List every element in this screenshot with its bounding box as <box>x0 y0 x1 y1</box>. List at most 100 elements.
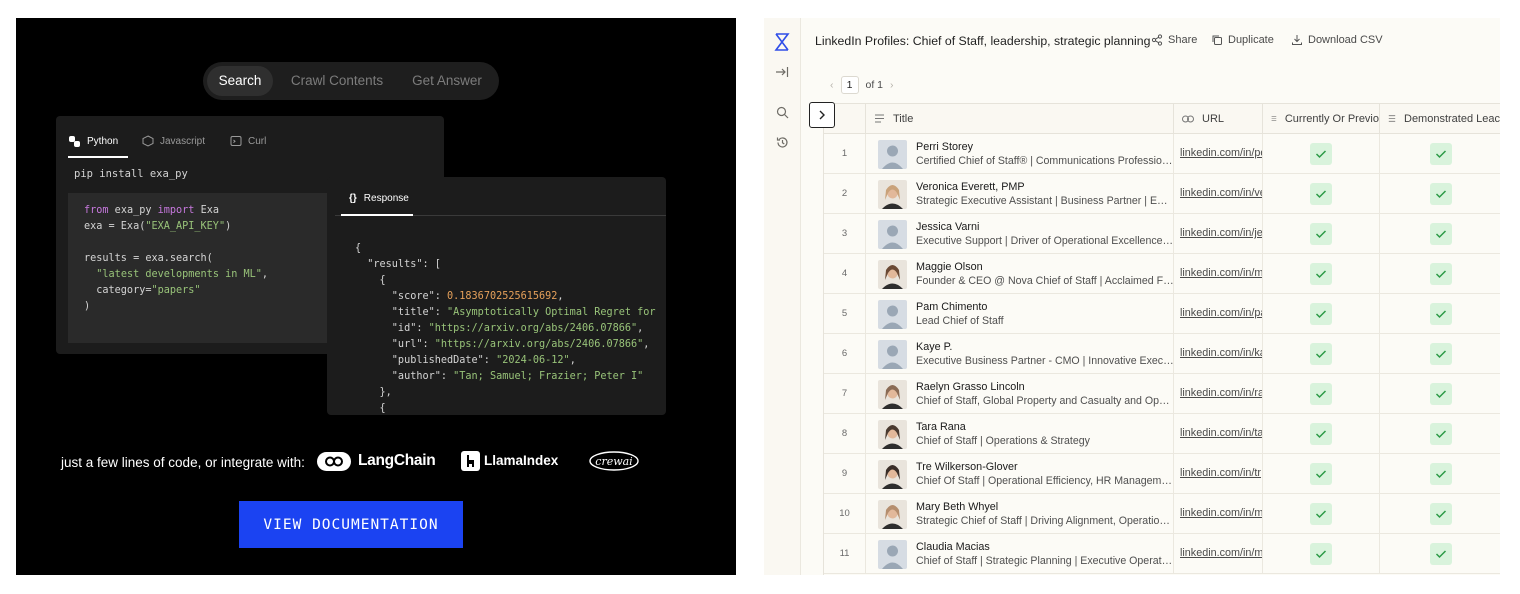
criterion-1-cell[interactable] <box>1263 454 1380 494</box>
check-icon <box>1435 510 1447 519</box>
list-icon <box>1271 116 1277 121</box>
tab-crawl-contents[interactable]: Crawl Contents <box>283 66 391 96</box>
download-csv-button[interactable]: Download CSV <box>1291 34 1383 46</box>
title-cell[interactable]: Kaye P. Executive Business Partner - CMO … <box>866 334 1174 374</box>
criterion-2-cell[interactable] <box>1380 214 1500 254</box>
code-tab-python[interactable]: Python <box>68 128 118 154</box>
title-cell[interactable]: Raelyn Grasso Lincoln Chief of Staff, Glo… <box>866 374 1174 414</box>
profile-name: Raelyn Grasso Lincoln <box>916 381 1025 393</box>
criterion-2-cell[interactable] <box>1380 494 1500 534</box>
criterion-2-cell[interactable] <box>1380 294 1500 334</box>
history-icon[interactable] <box>772 132 792 152</box>
match-badge <box>1430 343 1452 365</box>
profile-url-link[interactable]: linkedin.com/in/m <box>1180 507 1262 519</box>
search-icon[interactable] <box>772 102 792 122</box>
python-icon <box>69 135 80 147</box>
table-row[interactable]: 11 Claudia Macias Chief of Staff | Strateg… <box>824 534 1500 574</box>
criterion-2-cell[interactable] <box>1380 414 1500 454</box>
title-cell[interactable]: Pam Chimento Lead Chief of Staff <box>866 294 1174 334</box>
avatar <box>878 340 907 369</box>
criterion-1-cell[interactable] <box>1263 334 1380 374</box>
criterion-2-cell[interactable] <box>1380 134 1500 174</box>
column-header-title[interactable]: Title <box>866 104 1174 134</box>
criterion-1-cell[interactable] <box>1263 374 1380 414</box>
criterion-2-cell[interactable] <box>1380 374 1500 414</box>
row-number: 7 <box>824 374 866 414</box>
profile-headline: Lead Chief of Staff <box>916 315 1004 327</box>
crewai-name: crewai <box>595 455 632 468</box>
column-header-criterion-2[interactable]: Demonstrated Leac <box>1380 104 1500 134</box>
profile-url-link[interactable]: linkedin.com/in/pa <box>1180 307 1262 319</box>
criterion-2-cell[interactable] <box>1380 454 1500 494</box>
url-cell: linkedin.com/in/pe <box>1174 134 1263 174</box>
profile-url-link[interactable]: linkedin.com/in/m <box>1180 547 1262 559</box>
tab-search[interactable]: Search <box>207 66 273 96</box>
profile-headline: Chief Of Staff | Operational Efficiency,… <box>916 475 1174 487</box>
criterion-1-cell[interactable] <box>1263 534 1380 574</box>
table-row[interactable]: 2 Veronica Everett, PMP Strategic Executiv… <box>824 174 1500 214</box>
profile-headline: Certified Chief of Staff® | Communicatio… <box>916 155 1174 167</box>
profile-url-link[interactable]: linkedin.com/in/ta <box>1180 427 1262 439</box>
page-number-input[interactable]: 1 <box>840 76 859 94</box>
duplicate-button[interactable]: Duplicate <box>1211 34 1274 46</box>
table-row[interactable]: 7 Raelyn Grasso Lincoln Chief of Staff, Gl… <box>824 374 1500 414</box>
profile-url-link[interactable]: linkedin.com/in/ra <box>1180 387 1262 399</box>
table-row[interactable]: 10 Mary Beth Whyel Strategic Chief of Staf… <box>824 494 1500 534</box>
title-cell[interactable]: Mary Beth Whyel Strategic Chief of Staff … <box>866 494 1174 534</box>
expand-row-button[interactable] <box>809 102 835 128</box>
collapse-sidebar-icon[interactable] <box>772 62 792 82</box>
profile-url-link[interactable]: linkedin.com/in/tr <box>1180 467 1261 479</box>
logo-icon[interactable] <box>772 32 792 52</box>
table-row[interactable]: 1 Perri Storey Certified Chief of Staff® |… <box>824 134 1500 174</box>
title-cell[interactable]: Maggie Olson Founder & CEO @ Nova Chief o… <box>866 254 1174 294</box>
match-badge <box>1310 463 1332 485</box>
criterion-2-cell[interactable] <box>1380 534 1500 574</box>
table-row[interactable]: 6 Kaye P. Executive Business Partner - CMO… <box>824 334 1500 374</box>
criterion-1-cell[interactable] <box>1263 134 1380 174</box>
title-cell[interactable]: Jessica Varni Executive Support | Driver … <box>866 214 1174 254</box>
response-tab[interactable]: {} Response <box>349 193 409 204</box>
code-tab-javascript[interactable]: Javascript <box>142 128 205 154</box>
match-badge <box>1310 423 1332 445</box>
title-cell[interactable]: Perri Storey Certified Chief of Staff® | … <box>866 134 1174 174</box>
criterion-2-cell[interactable] <box>1380 334 1500 374</box>
check-icon <box>1315 150 1327 159</box>
check-icon <box>1315 470 1327 479</box>
criterion-1-cell[interactable] <box>1263 254 1380 294</box>
chevron-left-icon[interactable]: ‹ <box>830 79 834 91</box>
code-tab-curl[interactable]: Curl <box>230 128 266 154</box>
webset-title: LinkedIn Profiles: Chief of Staff, leade… <box>815 34 1151 48</box>
profile-url-link[interactable]: linkedin.com/in/ve <box>1180 187 1262 199</box>
criterion-1-cell[interactable] <box>1263 174 1380 214</box>
table-row[interactable]: 9 Tre Wilkerson-Glover Chief Of Staff | Op… <box>824 454 1500 494</box>
share-button[interactable]: Share <box>1151 34 1197 46</box>
code-tab-label: Python <box>87 135 119 147</box>
profile-url-link[interactable]: linkedin.com/in/je <box>1180 227 1262 239</box>
table-row[interactable]: 3 Jessica Varni Executive Support | Driver… <box>824 214 1500 254</box>
title-cell[interactable]: Tre Wilkerson-Glover Chief Of Staff | Ope… <box>866 454 1174 494</box>
profile-url-link[interactable]: linkedin.com/in/ka <box>1180 347 1262 359</box>
profile-url-link[interactable]: linkedin.com/in/m <box>1180 267 1262 279</box>
profile-url-link[interactable]: linkedin.com/in/pe <box>1180 147 1262 159</box>
criterion-1-cell[interactable] <box>1263 414 1380 454</box>
table-row[interactable]: 4 Maggie Olson Founder & CEO @ Nova Chief … <box>824 254 1500 294</box>
table-row[interactable]: 8 Tara Rana Chief of Staff | Operations & … <box>824 414 1500 454</box>
criterion-1-cell[interactable] <box>1263 294 1380 334</box>
title-cell[interactable]: Tara Rana Chief of Staff | Operations & S… <box>866 414 1174 454</box>
url-cell: linkedin.com/in/je <box>1174 214 1263 254</box>
criterion-2-cell[interactable] <box>1380 254 1500 294</box>
view-documentation-button[interactable]: VIEW DOCUMENTATION <box>239 501 463 548</box>
criterion-1-cell[interactable] <box>1263 494 1380 534</box>
criterion-1-cell[interactable] <box>1263 214 1380 254</box>
chevron-right-icon[interactable]: › <box>890 79 894 91</box>
column-header-criterion-1[interactable]: Currently Or Previo <box>1263 104 1380 134</box>
title-cell[interactable]: Veronica Everett, PMP Strategic Executive… <box>866 174 1174 214</box>
table-row[interactable]: 5 Pam Chimento Lead Chief of Staff linkedin… <box>824 294 1500 334</box>
criterion-2-cell[interactable] <box>1380 174 1500 214</box>
title-cell[interactable]: Claudia Macias Chief of Staff | Strategic… <box>866 534 1174 574</box>
results-table: Title URL Currently Or Previo Demonstrat… <box>823 103 1500 575</box>
tab-get-answer[interactable]: Get Answer <box>401 66 493 96</box>
match-badge <box>1430 303 1452 325</box>
avatar <box>878 260 907 289</box>
column-header-url[interactable]: URL <box>1174 104 1263 134</box>
